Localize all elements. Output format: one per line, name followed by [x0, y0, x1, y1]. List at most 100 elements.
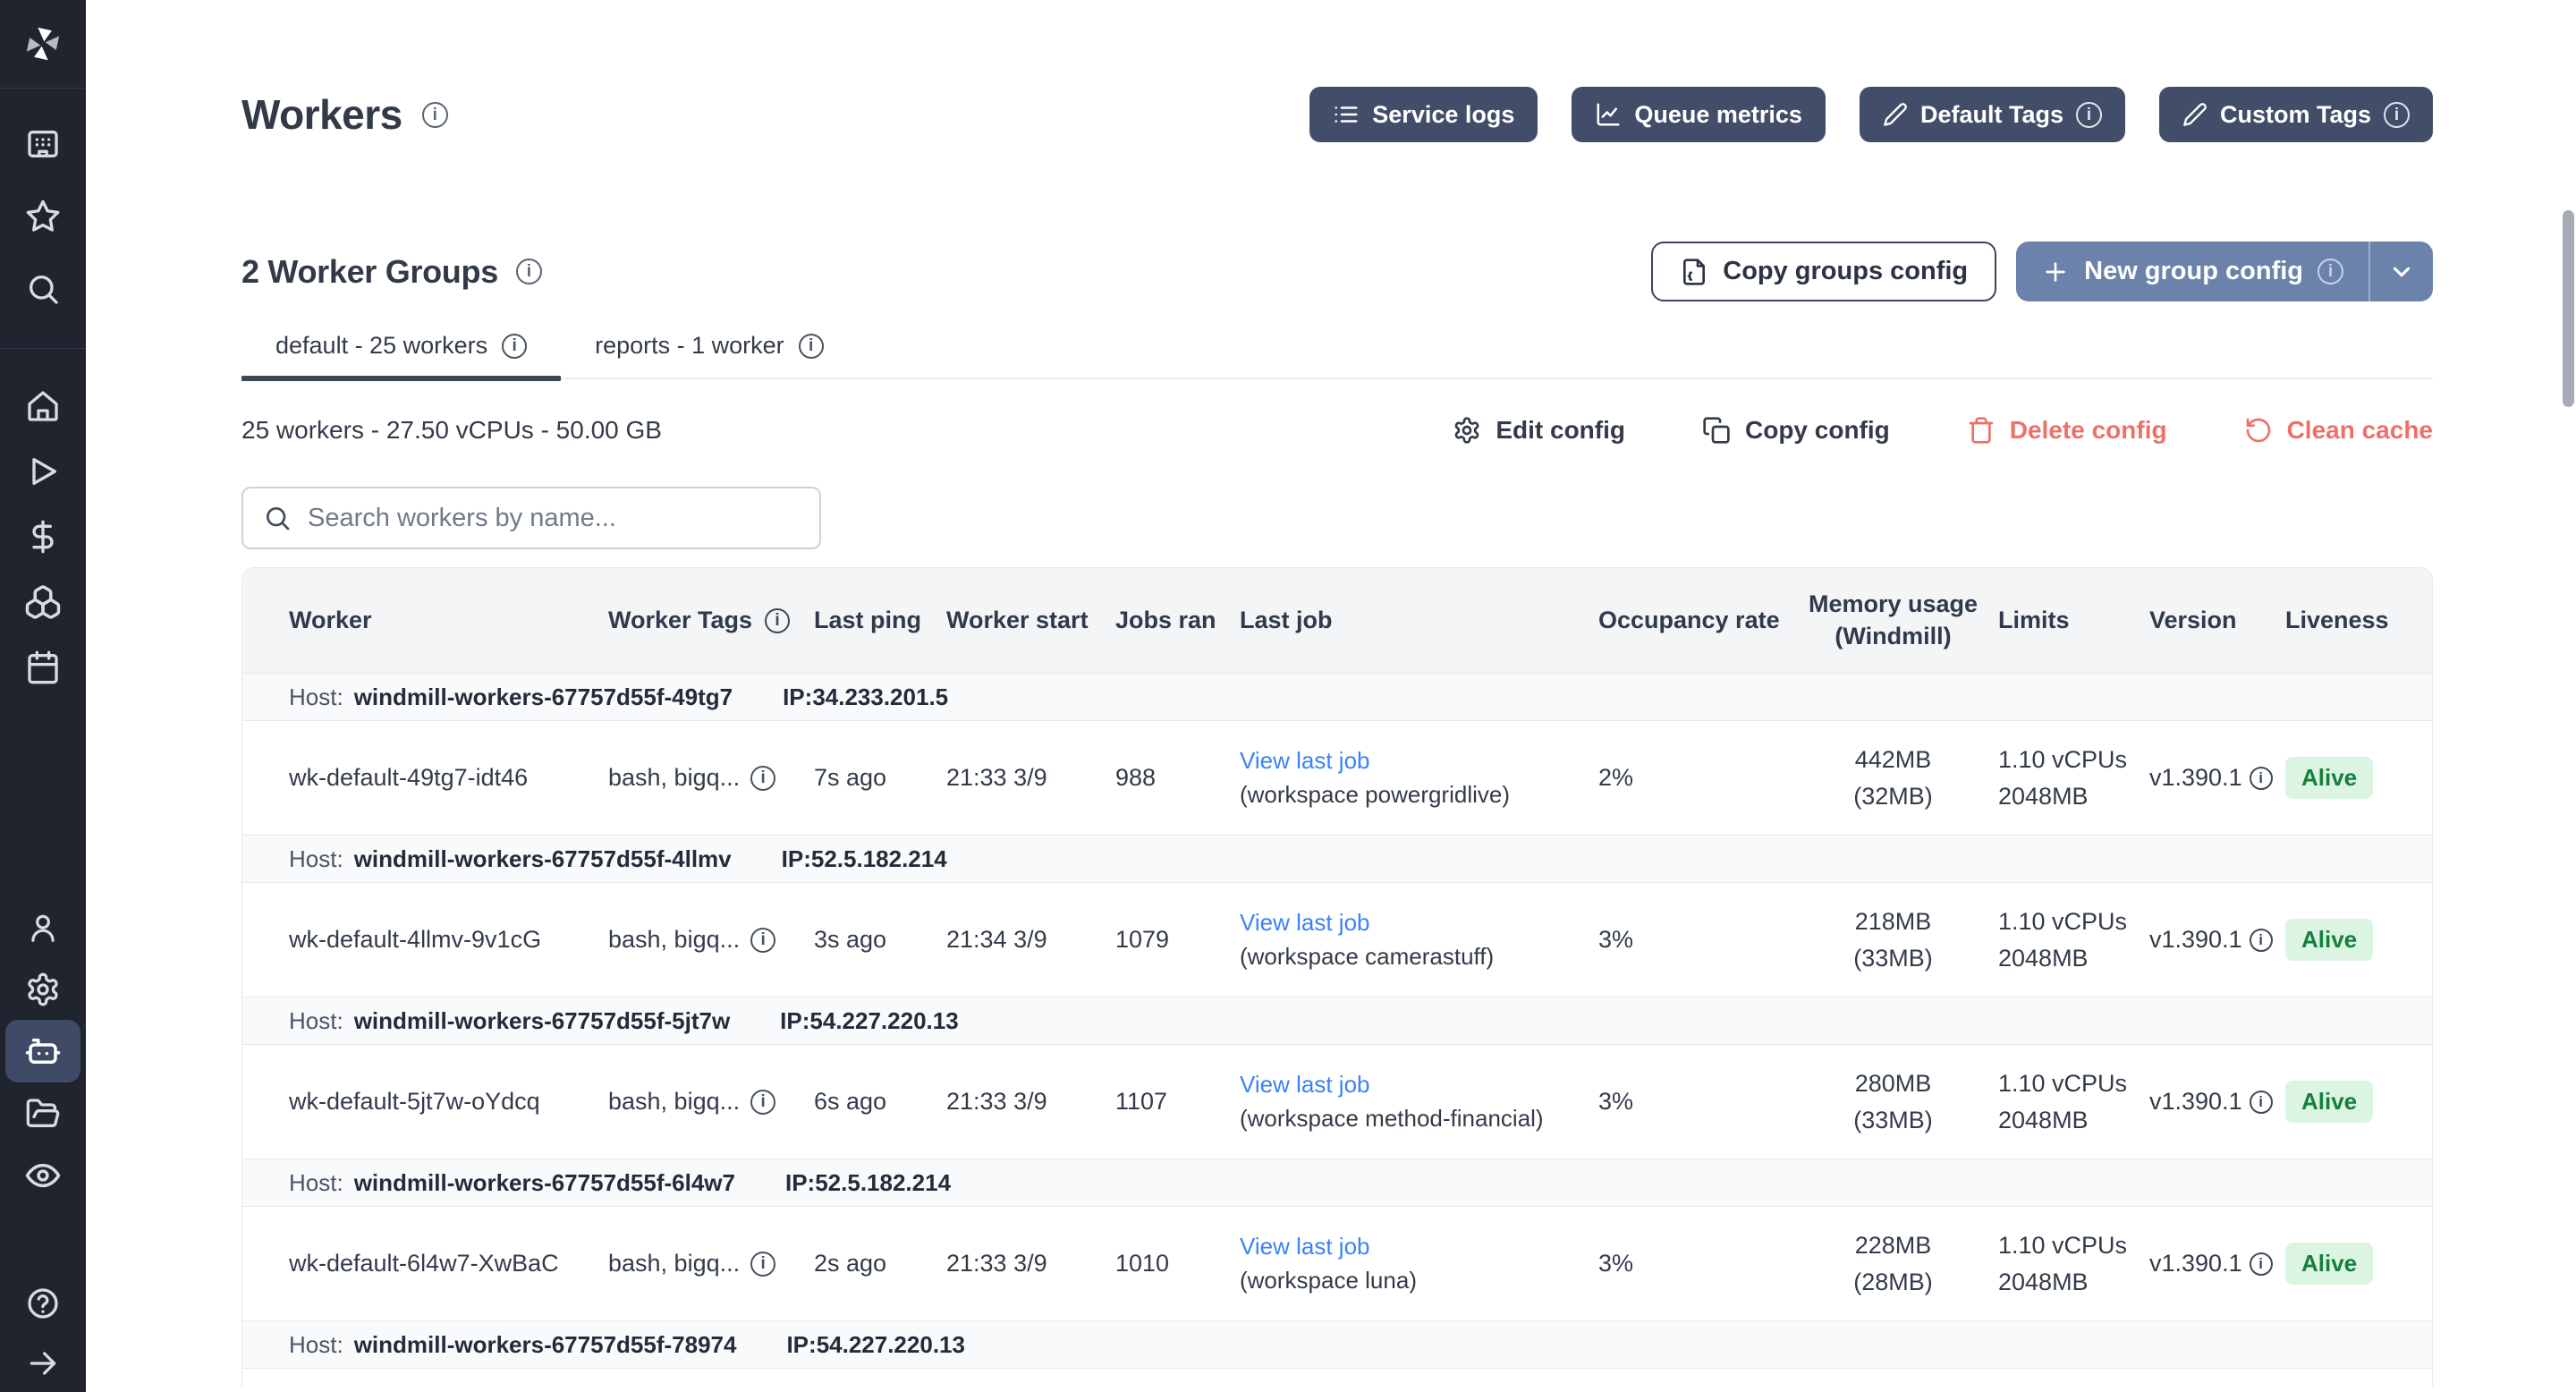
sidebar-item-schedules[interactable] [5, 634, 80, 700]
sidebar-item-settings[interactable] [5, 958, 80, 1020]
worker-start: 21:33 3/9 [946, 1088, 1115, 1116]
user-icon [26, 911, 60, 945]
sidebar-item-resources[interactable] [5, 569, 80, 634]
sidebar-item-workers[interactable] [5, 1020, 80, 1082]
view-last-job-link[interactable]: View last job [1240, 1233, 1370, 1260]
last-job-workspace: (workspace camerastuff) [1240, 940, 1584, 972]
sidebar-item-user[interactable] [5, 896, 80, 958]
sidebar-item-expand[interactable] [5, 1337, 80, 1390]
version-text: v1.390.1 [2149, 764, 2242, 792]
limits: 1.10 vCPUs 2048MB [1998, 1065, 2149, 1138]
sidebar-item-apps[interactable] [5, 107, 80, 180]
windmill-logo[interactable] [0, 0, 86, 89]
worker-search [242, 487, 821, 549]
copy-groups-config-button[interactable]: Copy groups config [1651, 242, 1996, 301]
host-name: windmill-workers-67757d55f-6l4w7 [354, 1169, 735, 1197]
memory-total: 280MB [1802, 1065, 1984, 1102]
worker-name: wk-default-5jt7w-oYdcq [289, 1088, 608, 1116]
info-icon[interactable]: i [750, 766, 775, 791]
table-header: Worker Worker Tags i Last ping Worker st… [242, 568, 2432, 673]
memory-usage: 442MB (32MB) [1802, 742, 1998, 814]
copy-config-button[interactable]: Copy config [1702, 416, 1890, 445]
chart-icon [1595, 101, 1622, 128]
last-ping: 3s ago [814, 926, 946, 954]
info-icon[interactable]: i [750, 1252, 775, 1277]
search-icon [263, 504, 292, 532]
sidebar-item-help[interactable] [5, 1277, 80, 1330]
memory-windmill: (32MB) [1802, 778, 1984, 815]
sidebar-item-favorites[interactable] [5, 180, 80, 252]
sidebar-item-search[interactable] [5, 252, 80, 325]
host-row: Host: windmill-workers-67757d55f-4llmv I… [242, 835, 2432, 883]
apps-icon [25, 126, 61, 162]
info-icon[interactable]: i [799, 334, 824, 359]
info-icon[interactable]: i [2250, 767, 2273, 790]
limits: 1.10 vCPUs 2048MB [1998, 904, 2149, 976]
host-name: windmill-workers-67757d55f-4llmv [354, 845, 732, 873]
button-label: Service logs [1372, 101, 1514, 129]
info-icon[interactable]: i [2250, 1252, 2273, 1276]
service-logs-button[interactable]: Service logs [1309, 87, 1538, 142]
host-label: Host: [289, 1007, 343, 1035]
tab-default[interactable]: default - 25 workers i [242, 332, 561, 378]
info-icon[interactable]: i [516, 259, 542, 284]
worker-groups-actions: Copy groups config New group config i [1651, 242, 2433, 301]
clean-cache-button[interactable]: Clean cache [2244, 416, 2433, 445]
info-icon[interactable]: i [2076, 102, 2102, 128]
info-icon[interactable]: i [422, 102, 448, 128]
worker-tags: bash, bigq... i [608, 1250, 814, 1277]
tab-reports[interactable]: reports - 1 worker i [561, 332, 858, 378]
default-tags-button[interactable]: Default Tags i [1860, 87, 2125, 142]
last-ping: 7s ago [814, 764, 946, 792]
sidebar-item-folders[interactable] [5, 1082, 80, 1144]
view-last-job-link[interactable]: View last job [1240, 909, 1370, 936]
button-label: Default Tags [1920, 101, 2063, 129]
host-row: Host: windmill-workers-67757d55f-49tg7 I… [242, 673, 2432, 721]
new-group-config-dropdown[interactable] [2368, 242, 2433, 301]
sidebar-item-runs[interactable] [5, 438, 80, 504]
edit-config-button[interactable]: Edit config [1453, 416, 1625, 445]
info-icon[interactable]: i [2384, 102, 2410, 128]
info-icon[interactable]: i [750, 1090, 775, 1115]
custom-tags-button[interactable]: Custom Tags i [2159, 87, 2433, 142]
worker-row: wk-default-49tg7-idt46 bash, bigq... i 7… [242, 721, 2432, 835]
info-icon[interactable]: i [765, 608, 790, 633]
info-icon[interactable]: i [2318, 259, 2343, 284]
host-label: Host: [289, 845, 343, 873]
view-last-job-link[interactable]: View last job [1240, 1071, 1370, 1098]
sidebar-item-audit[interactable] [5, 1144, 80, 1206]
search-icon [25, 271, 61, 307]
memory-total: 442MB [1802, 742, 1984, 778]
liveness-badge: Alive [2285, 1243, 2373, 1285]
pen-icon [2182, 102, 2207, 127]
plus-icon [2041, 258, 2070, 286]
page-header: Workers i Service logs Queue metrics [242, 86, 2433, 143]
new-group-config-button[interactable]: New group config i [2016, 242, 2433, 301]
sidebar-item-billing[interactable] [5, 504, 80, 569]
queue-metrics-button[interactable]: Queue metrics [1572, 87, 1826, 142]
button-label: New group config [2084, 257, 2303, 286]
table-filler [242, 1369, 2432, 1387]
home-icon [25, 388, 61, 424]
action-label: Clean cache [2287, 416, 2433, 445]
info-icon[interactable]: i [2250, 1091, 2273, 1114]
last-ping: 6s ago [814, 1088, 946, 1116]
info-icon[interactable]: i [750, 928, 775, 953]
search-input[interactable] [242, 487, 821, 549]
view-last-job-link[interactable]: View last job [1240, 747, 1370, 774]
delete-config-button[interactable]: Delete config [1967, 416, 2167, 445]
tab-label: default - 25 workers [275, 332, 487, 360]
col-worker-tags: Worker Tags i [608, 605, 814, 636]
vertical-scrollbar[interactable] [2563, 210, 2574, 407]
sidebar-item-home[interactable] [5, 373, 80, 438]
limit-cpu: 1.10 vCPUs [1998, 1227, 2135, 1264]
version: v1.390.1 i [2149, 1250, 2285, 1277]
list-icon [1333, 101, 1360, 128]
sidebar-divider [0, 348, 86, 349]
sidebar [0, 0, 86, 1392]
info-icon[interactable]: i [502, 334, 527, 359]
memory-total: 218MB [1802, 904, 1984, 940]
info-icon[interactable]: i [2250, 929, 2273, 952]
liveness-badge: Alive [2285, 757, 2373, 799]
worker-tags: bash, bigq... i [608, 764, 814, 792]
